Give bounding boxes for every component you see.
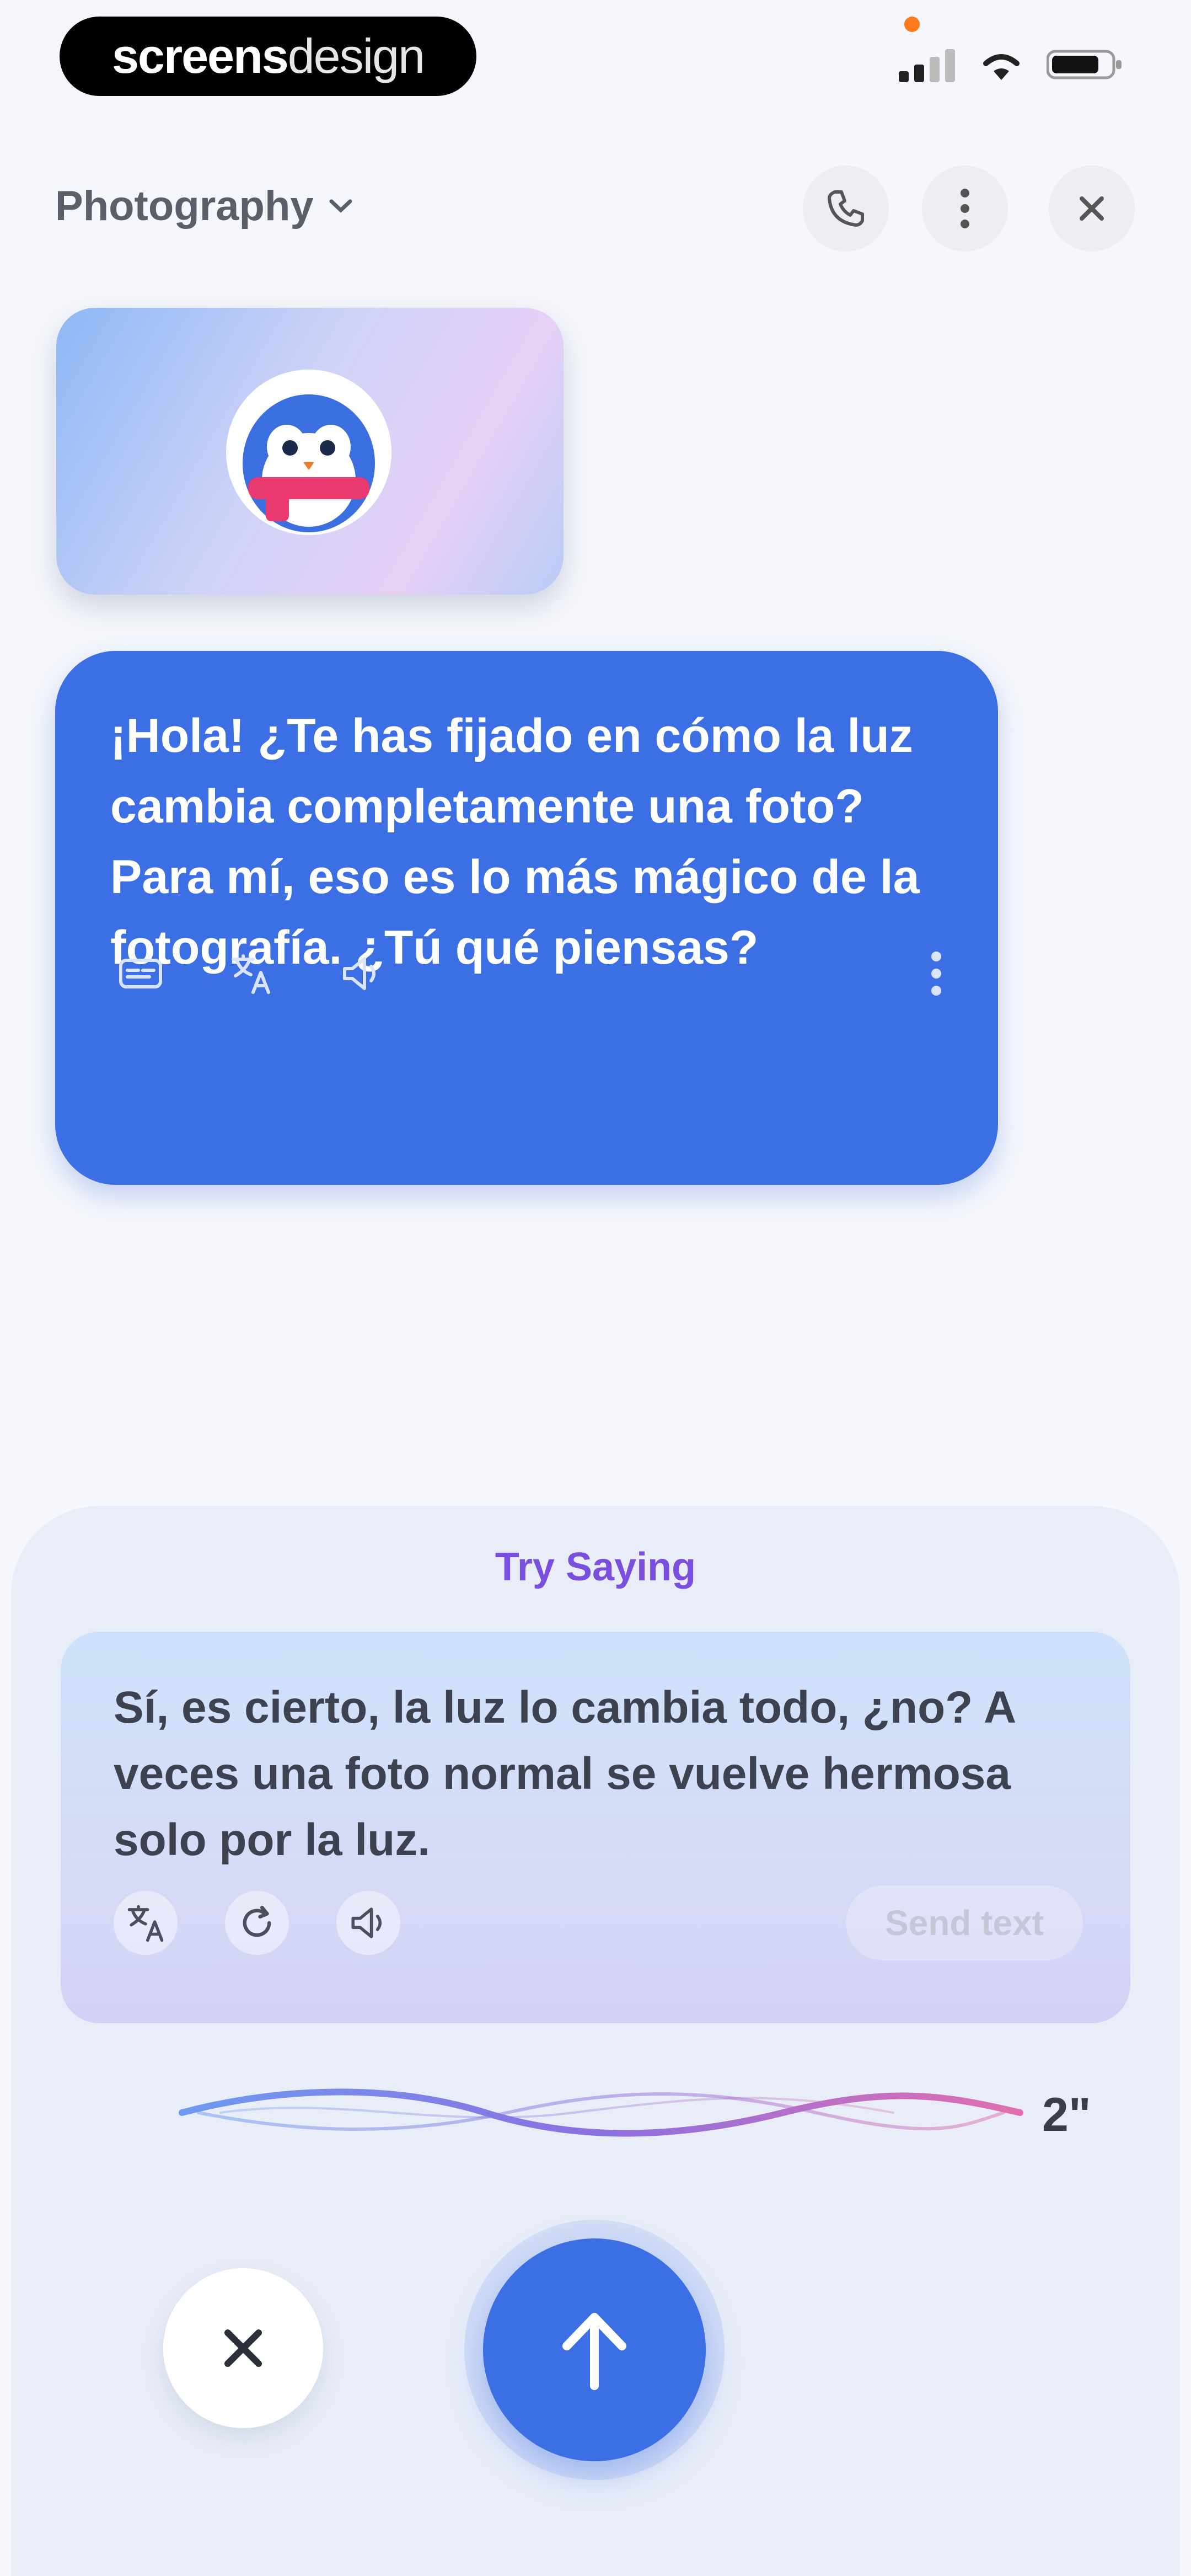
tutor-message-text: ¡Hola! ¿Te has fijado en cómo la luz cam… (110, 709, 920, 974)
recording-timer: 2" (1042, 2088, 1091, 2141)
play-audio-button[interactable] (331, 943, 391, 1004)
translate-icon (232, 954, 270, 994)
translate-button[interactable] (221, 943, 281, 1004)
send-text-button[interactable]: Send text (846, 1885, 1083, 1960)
voice-waveform (179, 2088, 1023, 2137)
call-button[interactable] (803, 165, 889, 252)
suggestion-card: Sí, es cierto, la luz lo cambia todo, ¿n… (61, 1632, 1130, 2023)
try-saying-title: Try Saying (495, 1545, 696, 1589)
penguin-mascot-icon (243, 394, 375, 532)
arrow-up-icon (562, 2313, 626, 2390)
speaker-icon (351, 1907, 382, 1938)
close-button[interactable] (1049, 165, 1135, 252)
suggestion-text: Sí, es cierto, la luz lo cambia todo, ¿n… (114, 1682, 1015, 1865)
wifi-icon (983, 54, 1020, 80)
topic-label: Photography (55, 183, 314, 229)
signal-icon (899, 49, 955, 82)
refresh-icon (243, 1906, 271, 1937)
speaker-icon (343, 957, 375, 990)
translate-icon (127, 1905, 164, 1942)
message-toolbar (110, 943, 391, 1004)
close-icon (224, 2329, 262, 2367)
tutor-message-bubble: ¡Hola! ¿Te has fijado en cómo la luz cam… (55, 651, 998, 1185)
status-icons (899, 47, 1124, 82)
battery-icon (1047, 50, 1122, 79)
more-vertical-icon (961, 189, 969, 228)
privacy-indicator (904, 17, 920, 32)
brand-bold: screens (111, 29, 289, 83)
suggestion-audio-button[interactable] (336, 1891, 400, 1955)
suggestion-refresh-button[interactable] (225, 1891, 289, 1955)
suggestion-toolbar (114, 1891, 400, 1955)
brand-light: design (287, 29, 425, 83)
close-icon (1080, 196, 1104, 221)
phone-icon (828, 190, 864, 227)
message-more-button[interactable] (930, 949, 943, 1001)
suggestion-translate-button[interactable] (114, 1891, 178, 1955)
show-text-button[interactable] (110, 943, 171, 1004)
chevron-down-icon (329, 199, 352, 213)
more-options-button[interactable] (922, 165, 1008, 252)
send-recording-button[interactable] (483, 2238, 706, 2461)
subtitles-icon (119, 959, 162, 988)
tutor-avatar (226, 370, 391, 535)
cancel-recording-button[interactable] (163, 2268, 323, 2428)
more-vertical-icon (931, 952, 941, 996)
screensdesign-badge: screens design (60, 17, 476, 96)
topic-selector[interactable]: Photography (55, 182, 353, 230)
